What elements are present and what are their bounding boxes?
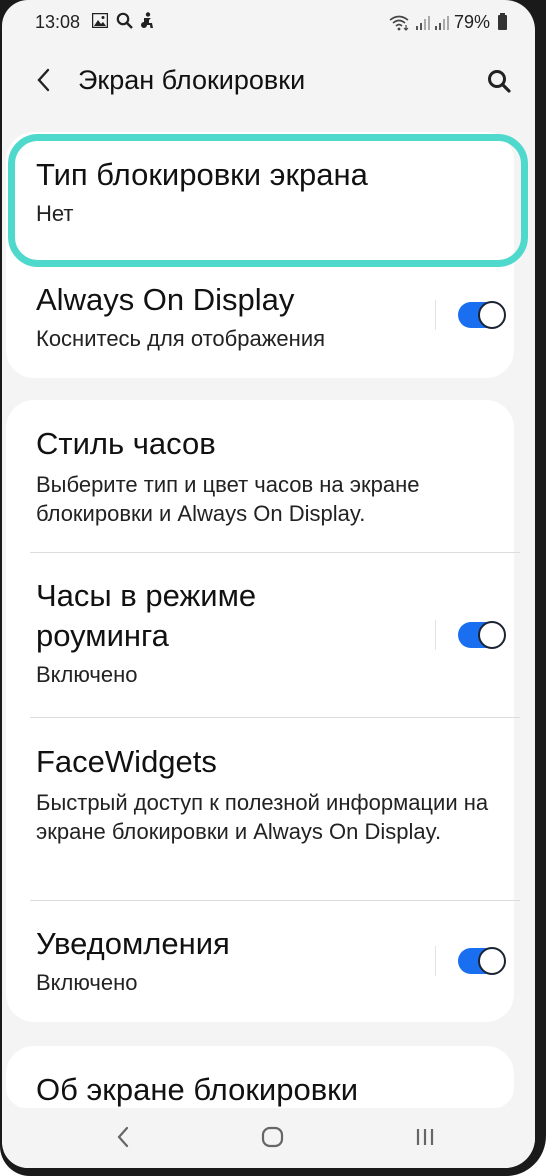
screen: 13:08 79% Экран блокировки Тип блокировк…	[2, 0, 535, 1168]
signal-icon	[415, 15, 430, 30]
page-title: Экран блокировки	[78, 65, 306, 95]
item-title: Уведомления	[36, 926, 230, 961]
divider	[30, 717, 520, 718]
phone-frame: 13:08 79% Экран блокировки Тип блокировк…	[0, 0, 546, 1176]
toggle-knob	[478, 947, 506, 975]
toggle-knob	[478, 301, 506, 329]
gallery-icon	[92, 13, 108, 28]
app-header: Экран блокировки	[2, 52, 535, 112]
nav-home-icon[interactable]	[258, 1122, 288, 1152]
item-subtitle: Быстрый доступ к полезной информации на …	[36, 790, 489, 844]
battery-percent: 79%	[453, 12, 490, 32]
divider	[435, 946, 436, 976]
battery-icon	[498, 13, 507, 30]
clock-style-item[interactable]: Стиль часов Выберите тип и цвет часов на…	[6, 424, 514, 528]
about-lock-screen-item[interactable]: Об экране блокировки	[6, 1070, 514, 1110]
accessibility-icon	[141, 12, 153, 28]
toggle-knob	[478, 621, 506, 649]
item-subtitle: Коснитесь для отображения	[36, 326, 326, 351]
status-time: 13:08	[35, 12, 81, 32]
nav-recents-icon[interactable]	[410, 1122, 440, 1152]
item-subtitle: Включено	[36, 970, 138, 995]
settings-group-1: Тип блокировки экрана Нет Always On Disp…	[6, 132, 514, 378]
divider	[30, 900, 520, 901]
item-title: Об экране блокировки	[36, 1072, 359, 1107]
item-title: Always On Display	[36, 282, 295, 317]
roaming-clock-item[interactable]: Часы в режиме роуминга Включено	[6, 576, 514, 689]
item-title: FaceWidgets	[36, 744, 217, 779]
item-title: Часы в режиме роуминга	[36, 578, 257, 653]
lock-type-item[interactable]: Тип блокировки экрана Нет	[6, 152, 514, 262]
search-icon[interactable]	[485, 67, 513, 95]
navigation-bar	[2, 1108, 535, 1168]
item-subtitle: Выберите тип и цвет часов на экране блок…	[36, 472, 420, 526]
notifications-item[interactable]: Уведомления Включено	[6, 924, 514, 997]
item-title: Стиль часов	[36, 426, 216, 461]
item-subtitle: Включено	[36, 662, 138, 687]
divider	[435, 620, 436, 650]
always-on-display-toggle[interactable]	[458, 301, 506, 329]
roaming-clock-toggle[interactable]	[458, 621, 506, 649]
wifi-icon	[389, 15, 409, 31]
search-icon	[116, 12, 133, 29]
settings-group-3: Об экране блокировки	[6, 1046, 514, 1108]
facewidgets-item[interactable]: FaceWidgets Быстрый доступ к полезной ин…	[6, 742, 514, 846]
always-on-display-item[interactable]: Always On Display Коснитесь для отображе…	[6, 280, 514, 370]
signal-icon	[434, 15, 449, 30]
chevron-left-icon[interactable]	[32, 66, 56, 94]
divider	[30, 552, 520, 553]
settings-group-2: Стиль часов Выберите тип и цвет часов на…	[6, 400, 520, 1022]
nav-back-icon[interactable]	[108, 1122, 138, 1152]
item-title: Тип блокировки экрана	[36, 157, 368, 192]
item-subtitle: Нет	[36, 201, 74, 226]
notifications-toggle[interactable]	[458, 947, 506, 975]
divider	[435, 300, 436, 330]
status-bar: 13:08 79%	[2, 0, 535, 44]
